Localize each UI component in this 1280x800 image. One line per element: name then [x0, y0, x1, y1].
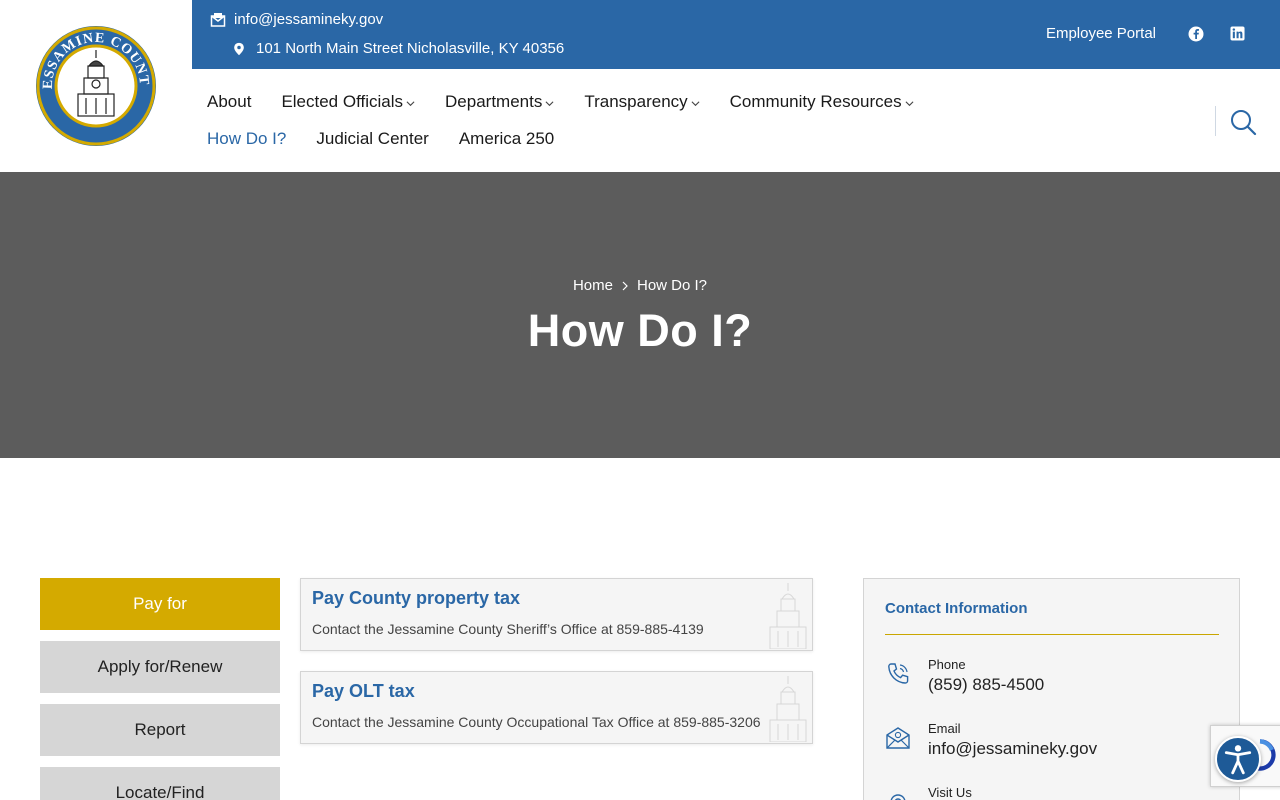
nav-judicial-center-label[interactable]: Judicial Center: [316, 129, 428, 149]
service-card[interactable]: Pay County property tax Contact the Jess…: [300, 578, 813, 651]
nav-elected-officials[interactable]: Elected Officials: [281, 92, 415, 112]
nav-community-resources-label[interactable]: Community Resources: [730, 92, 902, 112]
nav-how-do-i-label[interactable]: How Do I?: [207, 129, 286, 149]
county-seal-logo[interactable]: JESSAMINE COUNTY KENTUCKY: [28, 13, 158, 148]
tab-apply-renew[interactable]: Apply for/Renew: [40, 641, 280, 693]
mail-icon: [210, 12, 226, 28]
contact-email-value[interactable]: info@jessamineky.gov: [928, 739, 1097, 759]
nav-departments-label[interactable]: Departments: [445, 92, 542, 112]
employee-portal-link[interactable]: Employee Portal: [1046, 25, 1156, 42]
topbar-address: 101 North Main Street Nicholasville, KY …: [232, 40, 564, 57]
service-card[interactable]: Pay OLT tax Contact the Jessamine County…: [300, 671, 813, 744]
tab-locate-find[interactable]: Locate/Find: [40, 767, 280, 800]
linkedin-icon[interactable]: [1230, 26, 1246, 42]
service-card-description: Contact the Jessamine County Occupationa…: [312, 714, 761, 730]
courthouse-watermark-icon: [769, 583, 807, 649]
page-hero: Home How Do I? How Do I?: [0, 172, 1280, 458]
nav-america-250-label[interactable]: America 250: [459, 129, 554, 149]
contact-heading: Contact Information: [885, 600, 1028, 617]
chevron-down-icon: [545, 100, 554, 106]
topbar-address-text: 101 North Main Street Nicholasville, KY …: [256, 40, 565, 57]
breadcrumb: Home How Do I?: [0, 277, 1280, 294]
nav-transparency-label[interactable]: Transparency: [584, 92, 687, 112]
contact-visit-label: Visit Us: [928, 785, 972, 800]
phone-icon: [888, 663, 909, 684]
nav-about-label[interactable]: About: [207, 92, 251, 112]
tab-pay-for[interactable]: Pay for: [40, 578, 280, 630]
service-card-description: Contact the Jessamine County Sheriff’s O…: [312, 621, 704, 637]
service-card-title[interactable]: Pay OLT tax: [312, 681, 415, 702]
location-icon: [890, 794, 906, 800]
nav-row-primary: About Elected Officials Departments Tran…: [207, 90, 1087, 114]
contact-phone-label: Phone: [928, 657, 966, 672]
envelope-icon: [886, 727, 910, 749]
chevron-down-icon: [905, 100, 914, 106]
search-icon[interactable]: [1229, 108, 1257, 136]
nav-row-secondary: How Do I? Judicial Center America 250: [207, 127, 1087, 151]
facebook-icon[interactable]: [1188, 26, 1204, 42]
category-tabs: Pay for Apply for/Renew Report Locate/Fi…: [40, 578, 280, 800]
accessibility-icon: [1224, 745, 1252, 775]
contact-phone-value[interactable]: (859) 885-4500: [928, 675, 1044, 695]
nav-america-250[interactable]: America 250: [459, 129, 554, 149]
chevron-right-icon: [622, 281, 628, 290]
chevron-down-icon: [406, 100, 415, 106]
nav-departments[interactable]: Departments: [445, 92, 554, 112]
nav-how-do-i[interactable]: How Do I?: [207, 129, 286, 149]
nav-about[interactable]: About: [207, 92, 251, 112]
page: JESSAMINE COUNTY KENTUCKY info@jessami: [0, 0, 1280, 800]
contact-email-label: Email: [928, 721, 961, 736]
service-cards: Pay County property tax Contact the Jess…: [300, 578, 813, 764]
map-pin-icon: [232, 41, 248, 57]
service-card-title[interactable]: Pay County property tax: [312, 588, 520, 609]
page-title: How Do I?: [527, 305, 753, 356]
top-contact-bar: info@jessamineky.gov 101 North Main Stre…: [192, 0, 1280, 69]
nav-elected-officials-label[interactable]: Elected Officials: [281, 92, 403, 112]
contact-information-panel: Contact Information Phone (859) 885-4500…: [863, 578, 1240, 800]
nav-community-resources[interactable]: Community Resources: [730, 92, 914, 112]
breadcrumb-home[interactable]: Home: [573, 277, 613, 294]
topbar-email[interactable]: info@jessamineky.gov: [210, 11, 383, 28]
nav-divider: [1215, 106, 1216, 136]
chevron-down-icon: [691, 100, 700, 106]
breadcrumb-current: How Do I?: [636, 277, 708, 294]
accessibility-button[interactable]: [1215, 736, 1261, 782]
topbar-email-text[interactable]: info@jessamineky.gov: [234, 11, 383, 28]
courthouse-watermark-icon: [769, 676, 807, 742]
contact-divider: [885, 634, 1219, 635]
main-navigation: About Elected Officials Departments Tran…: [207, 90, 1087, 164]
nav-transparency[interactable]: Transparency: [584, 92, 700, 112]
tab-report[interactable]: Report: [40, 704, 280, 756]
nav-judicial-center[interactable]: Judicial Center: [316, 129, 428, 149]
